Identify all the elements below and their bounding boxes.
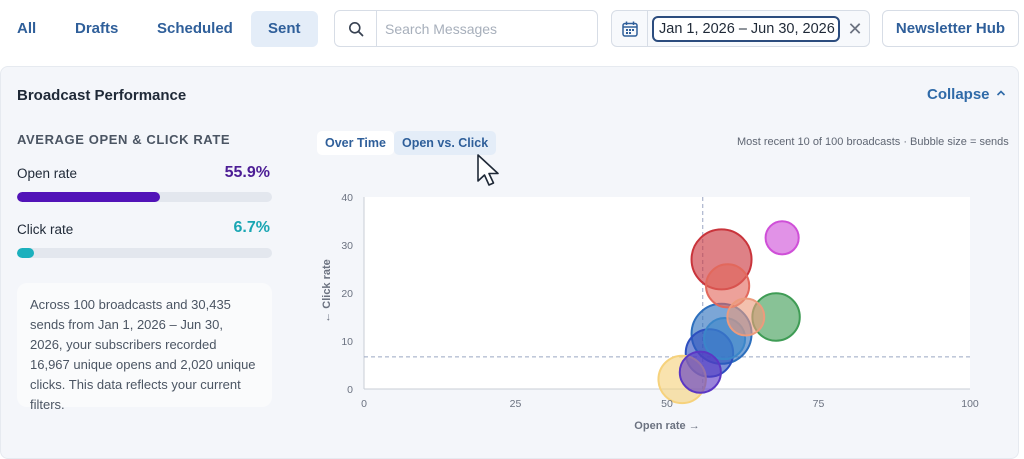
y-tick-label: 20 (341, 288, 353, 300)
top-bar: All Drafts Scheduled Sent Jan 1, 2026 – … (0, 0, 1024, 58)
click-rate-bar (17, 248, 272, 258)
mouse-cursor-icon (477, 154, 499, 186)
bubble-point (764, 220, 800, 256)
x-tick-label: 100 (961, 398, 979, 410)
search-box (334, 10, 598, 47)
chart-note: Most recent 10 of 100 broadcasts · Bubbl… (737, 136, 1009, 148)
tab-all[interactable]: All (0, 11, 53, 47)
open-rate-bar (17, 192, 272, 202)
search-icon[interactable] (335, 11, 377, 46)
x-axis-label: Open rate → (634, 420, 699, 432)
date-range-input[interactable]: Jan 1, 2026 – Jun 30, 2026 (652, 16, 840, 42)
search-input[interactable] (385, 19, 590, 39)
open-rate-value: 55.9% (224, 164, 270, 181)
x-tick-label: 75 (813, 398, 825, 410)
click-rate-value: 6.7% (233, 219, 270, 236)
bubble-chart: 0 25 50 75 100 0 10 20 30 40 Open rate → ← Click … (321, 192, 979, 432)
click-rate-label: Click rate (17, 222, 74, 237)
y-tick-label: 30 (341, 240, 353, 252)
click-rate-bar-fill (17, 248, 35, 258)
tab-over-time[interactable]: Over Time (317, 131, 394, 155)
bubble-point (678, 350, 722, 394)
x-tick-label: 0 (361, 398, 367, 410)
tab-scheduled[interactable]: Scheduled (140, 11, 250, 47)
y-tick-label: 40 (341, 192, 353, 204)
calendar-icon[interactable] (612, 11, 648, 46)
open-rate-bar-fill (17, 192, 160, 202)
tab-drafts[interactable]: Drafts (58, 11, 135, 47)
newsletter-hub-button[interactable]: Newsletter Hub (882, 10, 1019, 47)
collapse-label: Collapse (927, 86, 990, 103)
open-rate-label: Open rate (17, 166, 78, 181)
y-tick-label: 0 (347, 384, 353, 396)
x-tick-label: 25 (510, 398, 522, 410)
chevron-up-icon (996, 89, 1006, 100)
metrics-heading: AVERAGE OPEN & CLICK RATE (17, 132, 231, 147)
summary-text: Across 100 broadcasts and 30,435 sends f… (17, 283, 272, 412)
clear-date-icon[interactable]: ✕ (844, 17, 866, 41)
broadcast-performance-panel: Broadcast Performance Collapse AVERAGE O… (0, 66, 1019, 459)
collapse-button[interactable]: Collapse (927, 86, 1006, 103)
date-range-picker: Jan 1, 2026 – Jun 30, 2026 ✕ (611, 10, 870, 47)
tab-open-vs-click[interactable]: Open vs. Click (394, 131, 497, 155)
panel-title: Broadcast Performance (17, 87, 187, 104)
y-axis-label: ← Click rate (321, 259, 333, 323)
bubble-point (726, 297, 766, 337)
tab-sent[interactable]: Sent (251, 11, 318, 47)
y-tick-label: 10 (341, 336, 353, 348)
x-tick-label: 50 (661, 398, 673, 410)
